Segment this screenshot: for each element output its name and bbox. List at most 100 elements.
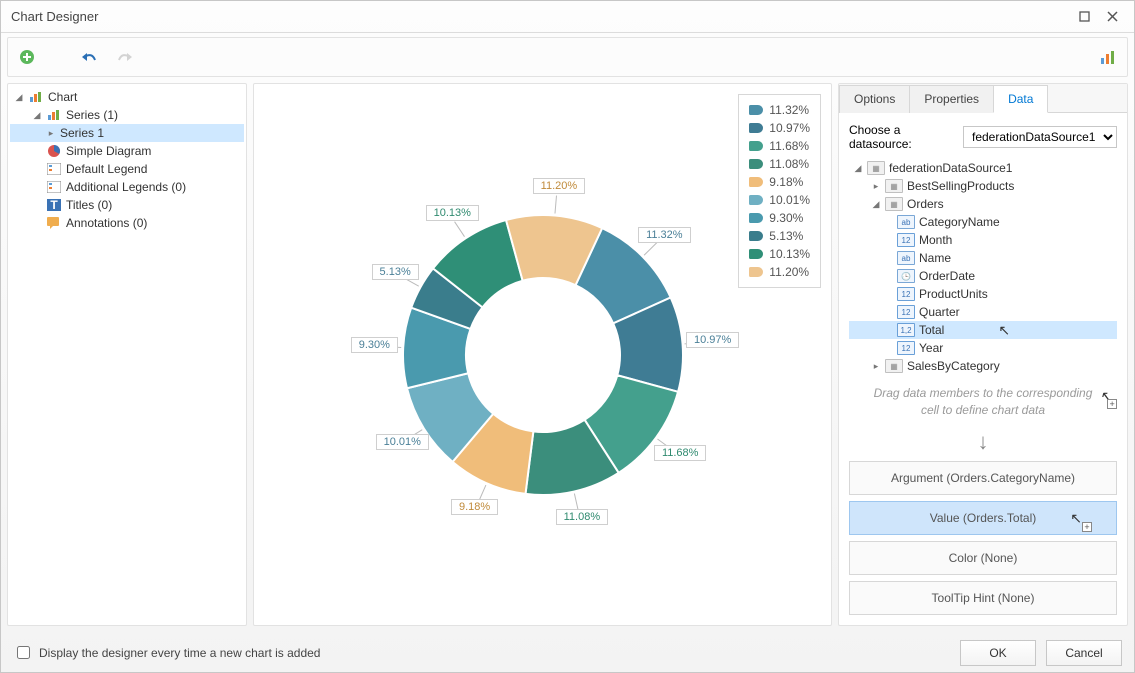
tree-label: ProductUnits xyxy=(919,287,988,301)
legend-swatch xyxy=(749,123,763,133)
legend-item: 9.30% xyxy=(749,209,810,227)
drop-tooltip[interactable]: ToolTip Hint (None) xyxy=(849,581,1117,615)
legend-label: 10.01% xyxy=(769,193,810,207)
display-designer-checkbox[interactable]: Display the designer every time a new ch… xyxy=(13,643,320,662)
button-label: OK xyxy=(989,646,1006,660)
tree-series-group[interactable]: ◢ Series (1) xyxy=(10,106,244,124)
drop-value[interactable]: Value (Orders.Total) ↖ + xyxy=(849,501,1117,535)
date-field-icon: 🕒 xyxy=(897,269,915,283)
tree-default-legend[interactable]: Default Legend xyxy=(10,160,244,178)
tab-options[interactable]: Options xyxy=(839,85,910,113)
redo-button[interactable] xyxy=(114,46,136,68)
ds-best[interactable]: ▸▦ BestSellingProducts xyxy=(849,177,1117,195)
table-icon: ▦ xyxy=(885,197,903,211)
tree-additional-legends[interactable]: Additional Legends (0) xyxy=(10,178,244,196)
legend-swatch xyxy=(749,177,763,187)
drop-label: Argument (Orders.CategoryName) xyxy=(891,471,1075,485)
legend-swatch xyxy=(749,267,763,277)
cancel-button[interactable]: Cancel xyxy=(1046,640,1122,666)
cursor-icon: ↖ xyxy=(1099,387,1111,407)
chart-icon xyxy=(28,89,44,105)
text-field-icon: ab xyxy=(897,215,915,229)
drop-argument[interactable]: Argument (Orders.CategoryName) xyxy=(849,461,1117,495)
tree-label: SalesByCategory xyxy=(907,359,1000,373)
legend-item: 9.18% xyxy=(749,173,810,191)
ds-field-year[interactable]: 12Year xyxy=(849,339,1117,357)
tree-label: Additional Legends (0) xyxy=(66,180,186,194)
legend-label: 11.32% xyxy=(769,103,809,117)
titlebar: Chart Designer xyxy=(1,1,1134,33)
datasource-select[interactable]: federationDataSource1 xyxy=(963,126,1117,148)
structure-tree[interactable]: ◢ Chart ◢ Series (1) ▸ Series 1 Simple D… xyxy=(7,83,247,626)
cursor-icon: ↖ xyxy=(1070,510,1082,527)
legend-item: 10.01% xyxy=(749,191,810,209)
datasource-label: Choose a datasource: xyxy=(849,123,955,151)
donut-chart xyxy=(353,165,733,545)
tree-label: Series (1) xyxy=(66,108,118,122)
drop-color[interactable]: Color (None) xyxy=(849,541,1117,575)
tab-label: Properties xyxy=(924,92,979,106)
tree-annotations[interactable]: Annotations (0) xyxy=(10,214,244,232)
legend-icon xyxy=(46,179,62,195)
slice-label: 9.30% xyxy=(351,337,398,353)
maximize-button[interactable] xyxy=(1072,5,1096,29)
tree-label: federationDataSource1 xyxy=(889,161,1012,175)
undo-button[interactable] xyxy=(78,46,100,68)
tree-label: Month xyxy=(919,233,952,247)
legend-label: 11.68% xyxy=(769,139,809,153)
ds-field-name[interactable]: abName xyxy=(849,249,1117,267)
button-label: Cancel xyxy=(1065,646,1102,660)
tree-label: Annotations (0) xyxy=(66,216,147,230)
legend-item: 11.32% xyxy=(749,101,810,119)
ds-orders[interactable]: ◢▦ Orders xyxy=(849,195,1117,213)
ds-field-productunits[interactable]: 12ProductUnits xyxy=(849,285,1117,303)
tree-label: OrderDate xyxy=(919,269,975,283)
datasource-tree[interactable]: ◢▦ federationDataSource1 ▸▦ BestSellingP… xyxy=(849,159,1117,373)
tab-properties[interactable]: Properties xyxy=(909,85,994,113)
ok-button[interactable]: OK xyxy=(960,640,1036,666)
ds-root[interactable]: ◢▦ federationDataSource1 xyxy=(849,159,1117,177)
legend-icon xyxy=(46,161,62,177)
legend: 11.32% 10.97% 11.68% 11.08% 9.18% 10.01% 9.30%… xyxy=(738,94,821,288)
arrow-down-icon: ↓ xyxy=(849,431,1117,453)
main-body: ◢ Chart ◢ Series (1) ▸ Series 1 Simple D… xyxy=(1,77,1134,632)
tab-data[interactable]: Data xyxy=(993,85,1048,113)
datasource-icon: ▦ xyxy=(867,161,885,175)
slice-label: 10.01% xyxy=(376,434,429,450)
ds-sales[interactable]: ▸▦SalesByCategory xyxy=(849,357,1117,373)
slice-label: 11.08% xyxy=(556,509,609,525)
checkbox-input[interactable] xyxy=(17,646,30,659)
tree-label: Quarter xyxy=(919,305,960,319)
tab-label: Data xyxy=(1008,92,1033,106)
ds-field-category[interactable]: abCategoryName xyxy=(849,213,1117,231)
drag-hint: Drag data members to the corresponding c… xyxy=(849,381,1117,423)
checkbox-label: Display the designer every time a new ch… xyxy=(39,646,320,660)
slice-label: 10.13% xyxy=(426,205,479,221)
legend-item: 11.68% xyxy=(749,137,810,155)
ds-field-quarter[interactable]: 12Quarter xyxy=(849,303,1117,321)
ds-field-month[interactable]: 12Month xyxy=(849,231,1117,249)
tree-label: Total xyxy=(919,323,944,337)
tree-series1[interactable]: ▸ Series 1 xyxy=(10,124,244,142)
chart-style-button[interactable] xyxy=(1097,46,1119,68)
tree-label: Simple Diagram xyxy=(66,144,151,158)
ds-field-total[interactable]: 1,2Total ↖ xyxy=(849,321,1117,339)
tree-titles[interactable]: T Titles (0) xyxy=(10,196,244,214)
add-button[interactable] xyxy=(16,46,38,68)
window-title: Chart Designer xyxy=(11,9,1068,24)
ds-field-orderdate[interactable]: 🕒 OrderDate xyxy=(849,267,1117,285)
legend-label: 11.20% xyxy=(769,265,809,279)
tree-diagram[interactable]: Simple Diagram xyxy=(10,142,244,160)
drop-label: ToolTip Hint (None) xyxy=(932,591,1035,605)
tree-label: Default Legend xyxy=(66,162,147,176)
legend-label: 11.08% xyxy=(769,157,809,171)
toolbar xyxy=(7,37,1128,77)
close-button[interactable] xyxy=(1100,5,1124,29)
legend-swatch xyxy=(749,141,763,151)
chart-preview: 11.32% 10.97% 11.68% 11.08% 9.18% 10.01% 9.30%… xyxy=(253,83,832,626)
pie-icon xyxy=(46,143,62,159)
slice-label: 5.13% xyxy=(372,264,419,280)
tree-chart[interactable]: ◢ Chart xyxy=(10,88,244,106)
number-field-icon: 12 xyxy=(897,341,915,355)
legend-label: 10.97% xyxy=(769,121,810,135)
